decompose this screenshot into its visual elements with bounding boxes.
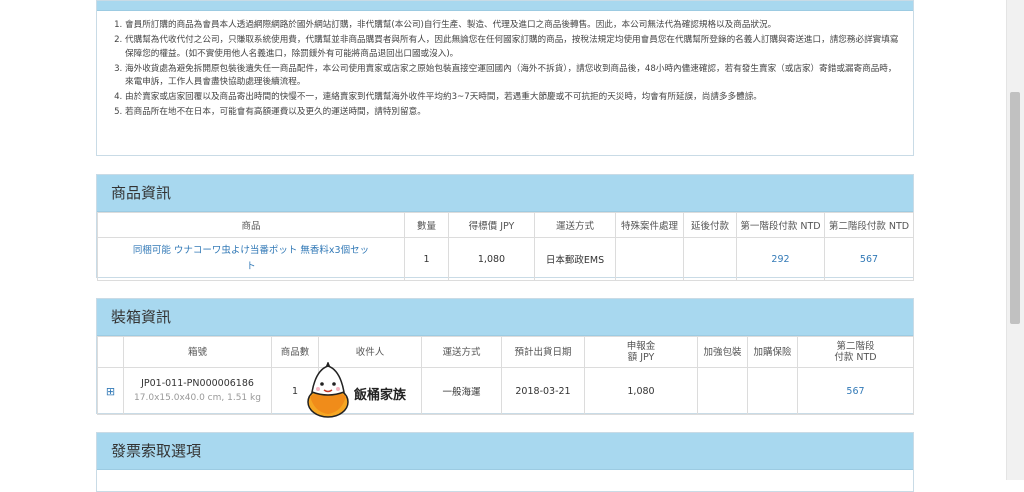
shipping-cell: 日本郵政EMS [534,237,616,281]
col-box-no: 箱號 [123,336,272,368]
notice-item: 會員所訂購的商品為會員本人透過網際網路於國外網站訂購，非代購幫(本公司)自行生產… [125,19,913,33]
box-no-cell: JP01-011-PN000006186 17.0x15.0x40.0 cm, … [123,367,272,415]
deferred-cell [683,237,737,281]
col-reinforce: 加強包裝 [697,336,748,368]
col-price: 得標價 JPY [448,212,535,238]
col-shipping: 運送方式 [421,336,502,368]
ship-date-cell: 2018-03-21 [501,367,585,415]
product-info-title: 商品資訊 [97,175,913,212]
packing-info-panel: 裝箱資訊 箱號 商品數 收件人 運送方式 預計出貨日期 申報金額 JPY 加強包… [96,298,914,415]
col-stage1: 第一階段付款 NTD [736,212,825,238]
rice-bowl-mascot-icon [307,362,349,418]
expand-cell: ⊞ [97,367,124,415]
col-insurance: 加購保險 [747,336,798,368]
product-table-header: 商品 數量 得標價 JPY 運送方式 特殊案件處理 延後付款 第一階段付款 NT… [97,212,914,238]
expand-icon[interactable]: ⊞ [106,385,115,398]
stage2-link[interactable]: 567 [860,254,878,265]
col-special: 特殊案件處理 [615,212,684,238]
table-row: 同梱可能 ウナコーワ虫よけ当番ポット 無香料x3個セット 1 1,080 日本郵… [97,237,914,281]
notice-item: 海外收貨處為避免拆開原包裝後遺失任一商品配件，本公司使用賣家或店家之原始包裝直接… [125,63,913,90]
col-qty: 數量 [404,212,449,238]
box-dimensions: 17.0x15.0x40.0 cm, 1.51 kg [134,393,261,403]
stage2-cell: 567 [824,237,914,281]
col-stage2: 第二階段付款 NTD [824,212,914,238]
declared-cell: 1,080 [584,367,698,415]
notice-item: 由於賣家或店家回覆以及商品寄出時間的快慢不一，連絡賣家到代購幫海外收件平均約3~… [125,91,913,105]
stage2-cell: 567 [797,367,914,415]
notice-list: 會員所訂購的商品為會員本人透過網際網路於國外網站訂購，非代購幫(本公司)自行生產… [97,19,913,120]
col-shipping: 運送方式 [534,212,616,238]
notice-item: 若商品所在地不在日本，可能會有高額運費以及更久的運送時間，請特別留意。 [125,106,913,120]
watermark-text: 飯桶家族 [354,388,407,403]
insurance-cell [747,367,798,415]
col-product: 商品 [97,212,405,238]
vertical-scrollbar[interactable] [1006,0,1024,480]
stage2-link[interactable]: 567 [846,386,864,397]
packing-info-title: 裝箱資訊 [97,299,913,336]
packing-table: 箱號 商品數 收件人 運送方式 預計出貨日期 申報金額 JPY 加強包裝 加購保… [97,336,914,415]
notice-panel: 會員所訂購的商品為會員本人透過網際網路於國外網站訂購，非代購幫(本公司)自行生產… [96,0,914,156]
reinforce-cell [697,367,748,415]
invoice-options-panel: 發票索取選項 [96,432,914,492]
special-cell [615,237,684,281]
qty-cell: 1 [404,237,449,281]
col-declared: 申報金額 JPY [584,336,698,368]
invoice-options-title[interactable]: 發票索取選項 [97,433,913,470]
packing-table-header: 箱號 商品數 收件人 運送方式 預計出貨日期 申報金額 JPY 加強包裝 加購保… [97,336,914,368]
table-row: ⊞ JP01-011-PN000006186 17.0x15.0x40.0 cm… [97,367,914,415]
product-name-cell: 同梱可能 ウナコーワ虫よけ当番ポット 無香料x3個セット [97,237,405,281]
col-ship-date: 預計出貨日期 [501,336,585,368]
col-deferred: 延後付款 [683,212,737,238]
stage1-link[interactable]: 292 [771,254,789,265]
box-number: JP01-011-PN000006186 [141,378,254,389]
shipping-cell: 一般海運 [421,367,502,415]
notice-header-bar [97,1,913,11]
price-cell: 1,080 [448,237,535,281]
col-stage2: 第二階段付款 NTD [797,336,914,368]
scrollbar-thumb[interactable] [1010,92,1020,324]
stage1-cell: 292 [736,237,825,281]
notice-item: 代購幫為代收代付之公司，只賺取系統使用費，代購幫並非商品購買者與所有人，因此無論… [125,34,913,61]
product-info-panel: 商品資訊 商品 數量 得標價 JPY 運送方式 特殊案件處理 延後付款 第一階段… [96,174,914,281]
product-name-link[interactable]: 同梱可能 ウナコーワ虫よけ当番ポット 無香料x3個セット [133,245,369,272]
product-table: 商品 數量 得標價 JPY 運送方式 特殊案件處理 延後付款 第一階段付款 NT… [97,212,914,281]
col-expand [97,336,124,368]
